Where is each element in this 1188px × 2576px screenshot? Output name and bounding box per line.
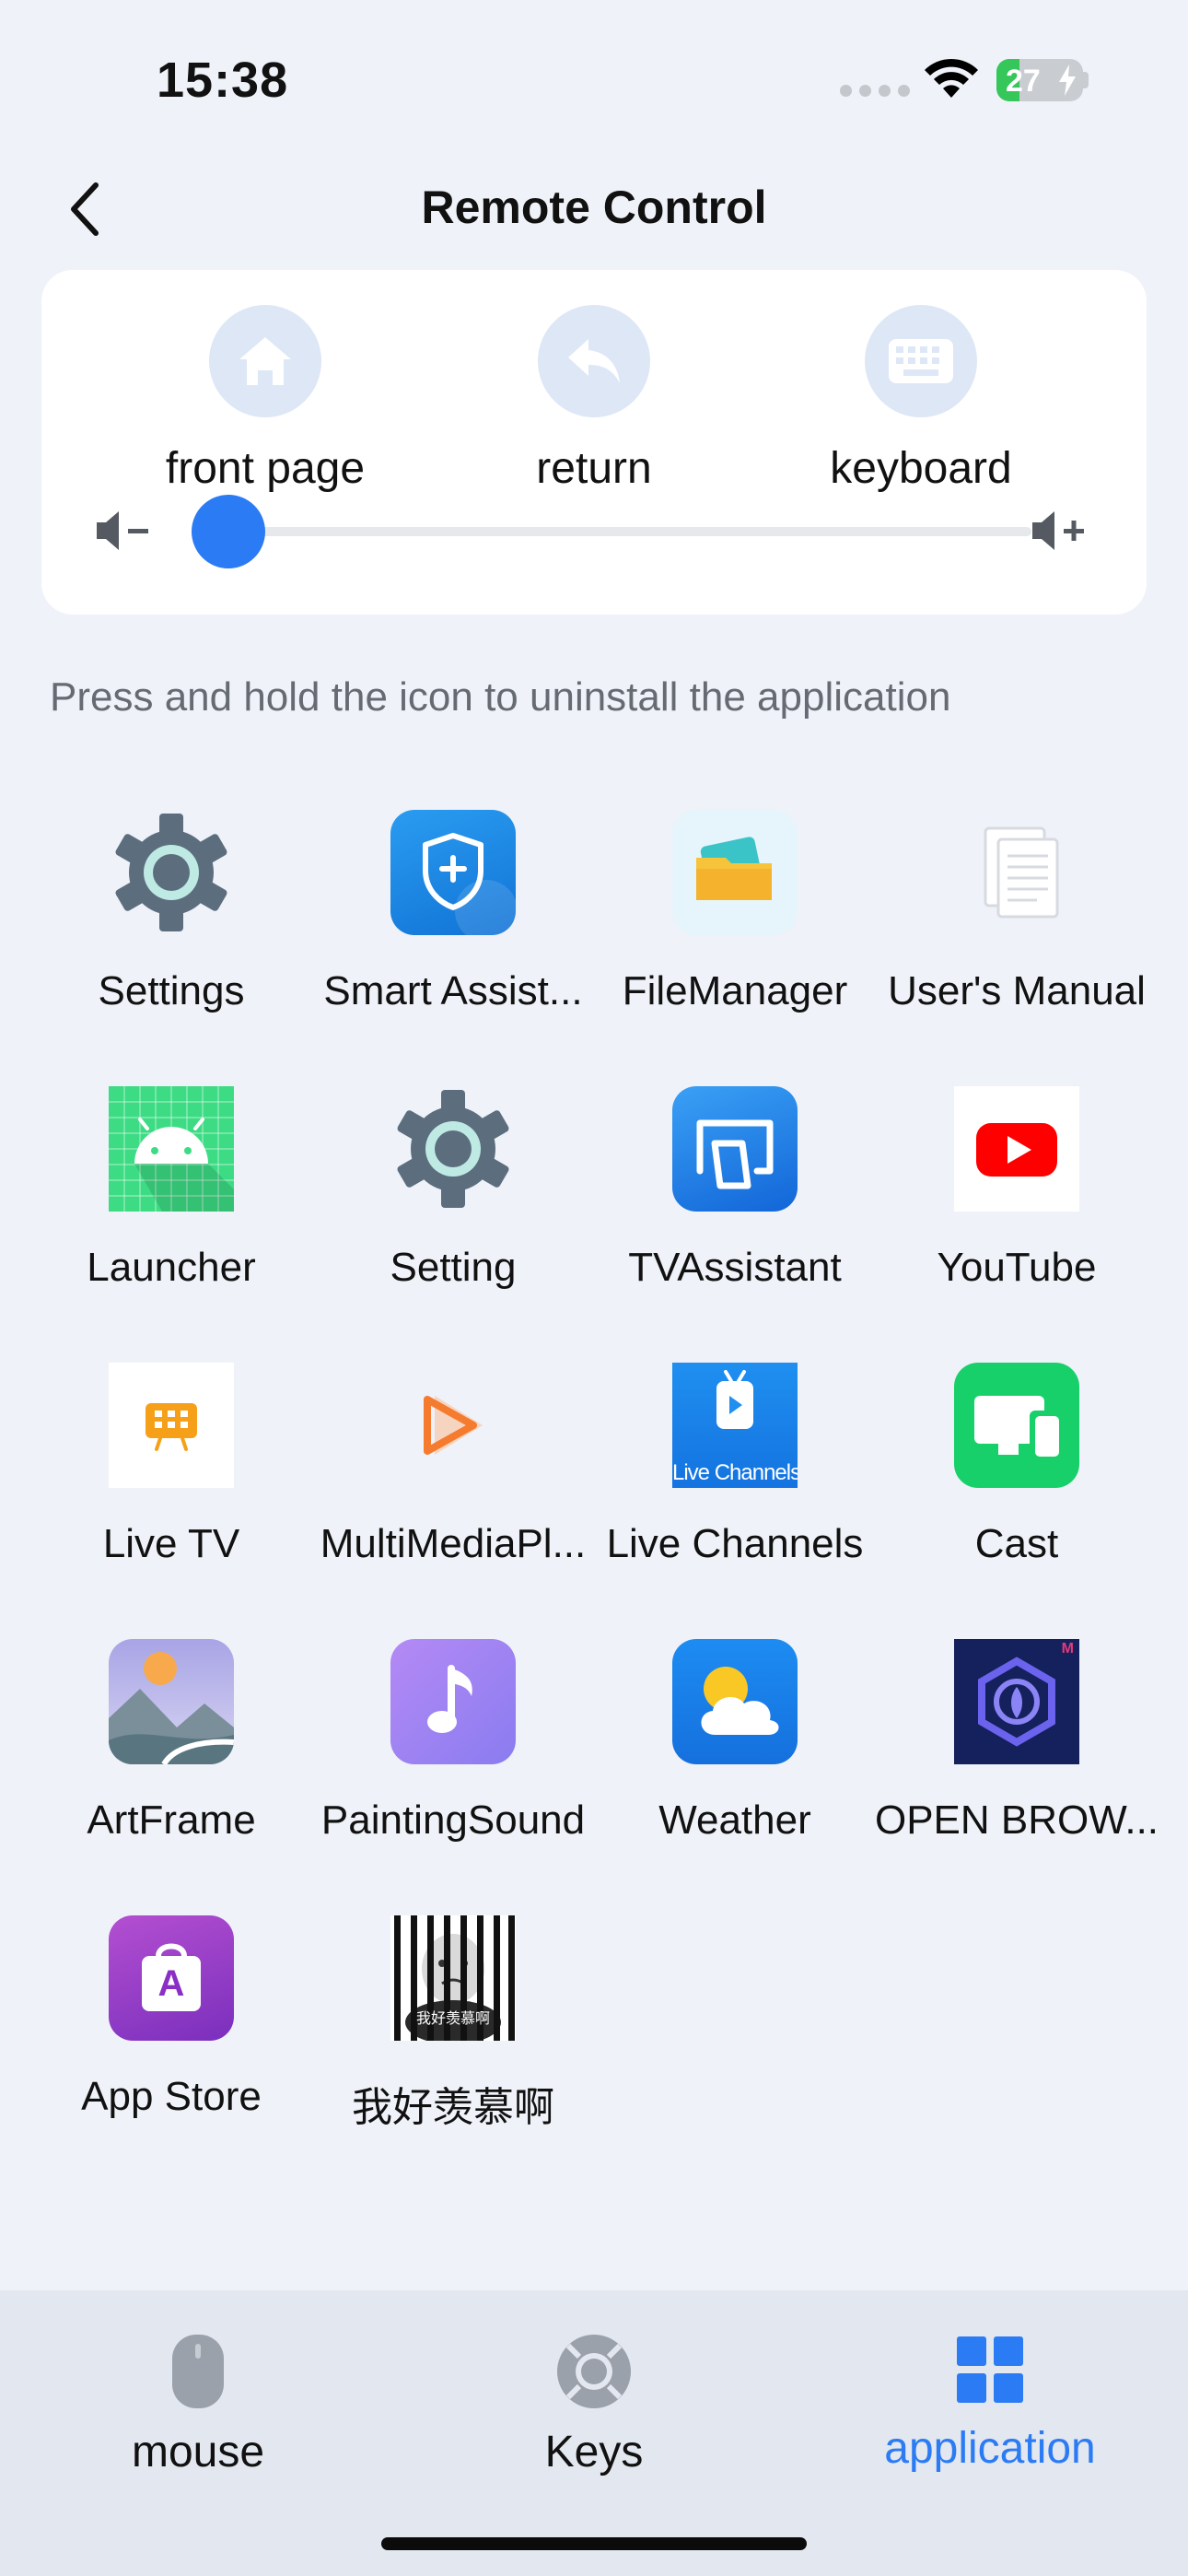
app-label: Weather: [658, 1797, 811, 1843]
settings-gear-icon: [390, 1086, 516, 1212]
app-cast[interactable]: Cast: [874, 1363, 1159, 1567]
youtube-icon: [954, 1086, 1079, 1212]
app-users-manual[interactable]: User's Manual: [874, 810, 1159, 1014]
app-label: OPEN BROW...: [874, 1797, 1159, 1843]
document-icon: [954, 810, 1079, 935]
tab-label: mouse: [131, 2428, 265, 2476]
shield-plus-icon: [390, 810, 516, 935]
tab-application[interactable]: application: [838, 2333, 1142, 2474]
volume-slider-track[interactable]: [212, 527, 1031, 536]
music-note-icon: [390, 1639, 516, 1764]
return-arrow-icon: [568, 339, 620, 383]
app-label: Smart Assist...: [323, 968, 583, 1013]
app-launcher[interactable]: Launcher: [29, 1086, 314, 1291]
app-label: Setting: [390, 1245, 517, 1290]
dpad-icon: [557, 2335, 631, 2408]
app-live-tv[interactable]: Live TV: [29, 1363, 314, 1567]
home-icon: [239, 337, 291, 385]
keyboard-button[interactable]: keyboard: [783, 305, 1059, 494]
app-smart-assistant[interactable]: Smart Assist...: [310, 810, 596, 1014]
app-multimedia-player[interactable]: MultiMediaPl...: [310, 1363, 596, 1567]
keyboard-icon: [889, 339, 953, 383]
page-title: Remote Control: [421, 181, 767, 233]
uninstall-hint: Press and hold the icon to uninstall the…: [50, 674, 951, 720]
app-meme[interactable]: 我好羡慕啊 我好羡慕啊: [310, 1915, 596, 2133]
weather-icon: [672, 1639, 798, 1764]
grid-icon: [957, 2336, 1023, 2403]
browser-icon: M: [954, 1639, 1079, 1764]
app-label: Cast: [974, 1521, 1059, 1566]
app-weather[interactable]: Weather: [592, 1639, 878, 1844]
landscape-icon: [109, 1639, 234, 1764]
mouse-icon: [172, 2335, 224, 2408]
app-label: Live TV: [102, 1521, 240, 1566]
app-filemanager[interactable]: FileManager: [592, 810, 878, 1014]
app-label: Live Channels: [606, 1521, 864, 1566]
play-icon: [390, 1363, 516, 1488]
bottom-tab-bar: mouse Keys application: [0, 2290, 1188, 2576]
home-indicator: [381, 2537, 807, 2550]
app-setting[interactable]: Setting: [310, 1086, 596, 1291]
signal-icon: [840, 85, 910, 97]
live-channels-icon: Live Channels: [672, 1363, 798, 1488]
battery-level: 27: [1006, 64, 1041, 99]
app-settings[interactable]: Settings: [29, 810, 314, 1014]
app-label: PaintingSound: [320, 1797, 586, 1843]
app-tvassistant[interactable]: TVAssistant: [592, 1086, 878, 1291]
settings-gear-icon: [109, 810, 234, 935]
app-artframe[interactable]: ArtFrame: [29, 1639, 314, 1844]
app-label: YouTube: [937, 1245, 1097, 1290]
tab-label: application: [884, 2424, 1096, 2473]
app-label: User's Manual: [888, 968, 1146, 1013]
volume-down-icon[interactable]: [95, 508, 152, 554]
android-icon: [109, 1086, 234, 1212]
app-live-channels[interactable]: Live Channels Live Channels: [592, 1363, 878, 1567]
app-label: App Store: [81, 2074, 262, 2119]
battery-icon: 27: [996, 59, 1083, 101]
app-label: MultiMediaPl...: [320, 1521, 587, 1566]
volume-up-icon[interactable]: [1031, 508, 1088, 554]
app-label: Settings: [98, 968, 245, 1013]
tab-keys[interactable]: Keys: [442, 2333, 746, 2477]
return-button[interactable]: return: [456, 305, 732, 494]
tab-label: Keys: [544, 2428, 644, 2476]
meme-caption: 我好羡慕啊: [415, 2009, 490, 2027]
devices-icon: [954, 1363, 1079, 1488]
home-button[interactable]: front page: [127, 305, 403, 494]
app-youtube[interactable]: YouTube: [874, 1086, 1159, 1291]
app-label: FileManager: [622, 968, 848, 1013]
app-label: TVAssistant: [628, 1245, 842, 1290]
status-time: 15:38: [157, 53, 289, 108]
cast-screen-icon: [672, 1086, 798, 1212]
app-store-letter: A: [157, 1963, 185, 2004]
app-store-icon: A: [109, 1915, 234, 2041]
live-channels-icon-text: Live Channels: [672, 1460, 798, 1485]
app-app-store[interactable]: A App Store: [29, 1915, 314, 2120]
wifi-icon: [925, 58, 978, 98]
browser-badge: M: [1061, 1641, 1074, 1657]
app-label: 我好羡慕啊: [352, 2084, 554, 2131]
live-tv-icon: [109, 1363, 234, 1488]
app-paintingsound[interactable]: PaintingSound: [310, 1639, 596, 1844]
status-bar: 15:38 27: [0, 0, 1188, 157]
volume-slider-knob[interactable]: [192, 495, 265, 568]
app-open-browser[interactable]: M OPEN BROW...: [874, 1639, 1159, 1844]
app-label: Launcher: [87, 1245, 256, 1290]
folder-icon: [672, 810, 798, 935]
meme-image-icon: 我好羡慕啊: [390, 1915, 516, 2041]
control-card: front page return keyboard: [41, 270, 1147, 615]
volume-row: [41, 482, 1147, 574]
app-label: ArtFrame: [87, 1797, 256, 1843]
tab-mouse[interactable]: mouse: [46, 2333, 350, 2477]
